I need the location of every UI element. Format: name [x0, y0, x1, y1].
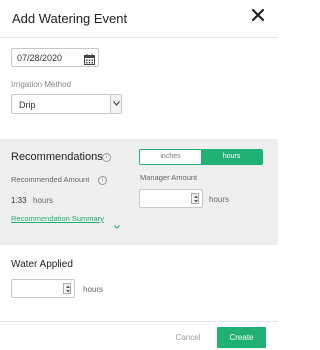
manager-amount-label: Manager Amount: [140, 173, 198, 182]
recommended-amount-value: 1.33: [11, 196, 27, 205]
chevron-down-icon[interactable]: [110, 95, 121, 113]
info-icon[interactable]: i: [98, 176, 107, 185]
info-icon[interactable]: i: [102, 153, 111, 162]
water-applied-unit: hours: [83, 285, 104, 294]
recommendation-summary-link[interactable]: Recommendation Summary: [11, 214, 104, 223]
manager-amount-unit: hours: [209, 195, 230, 204]
toggle-inches[interactable]: inches: [140, 150, 201, 164]
spinner-icon[interactable]: [63, 283, 71, 294]
irrigation-method-value: Drip: [19, 100, 36, 110]
date-input[interactable]: 07/28/2020: [11, 48, 99, 67]
manager-amount-input[interactable]: [139, 189, 203, 208]
water-applied-title: Water Applied: [11, 259, 73, 270]
recommendations-panel: Recommendations i inches hours Recommend…: [0, 139, 278, 245]
create-button[interactable]: Create: [217, 327, 266, 348]
dialog-title: Add Watering Event: [12, 11, 128, 26]
spinner-icon[interactable]: [191, 193, 199, 204]
cancel-button[interactable]: Cancel: [163, 328, 213, 348]
irrigation-method-label: Irrigation Method: [11, 80, 72, 89]
water-applied-input[interactable]: [11, 279, 75, 298]
close-icon[interactable]: [251, 8, 265, 22]
date-value: 07/28/2020: [17, 53, 63, 63]
footer-divider: [0, 321, 278, 322]
toggle-hours[interactable]: hours: [201, 150, 262, 164]
recommended-amount-unit: hours: [33, 196, 54, 205]
irrigation-method-select[interactable]: Drip: [11, 94, 122, 114]
chevron-down-icon[interactable]: [114, 216, 120, 234]
dialog-header: Add Watering Event: [0, 0, 278, 38]
recommendations-title: Recommendations: [11, 151, 103, 163]
unit-toggle: inches hours: [139, 149, 263, 165]
recommended-amount-label: Recommended Amount: [11, 175, 90, 184]
calendar-icon[interactable]: [84, 52, 95, 65]
